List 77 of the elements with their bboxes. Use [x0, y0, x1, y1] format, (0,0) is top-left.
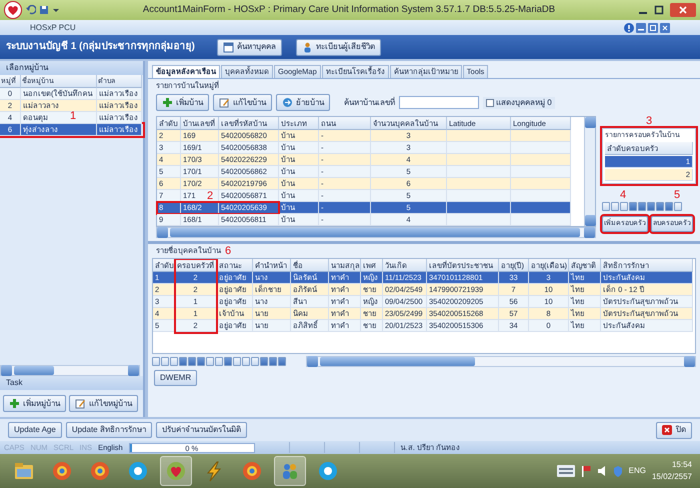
toolbar-button[interactable]: ย้ายบ้าน [276, 94, 330, 111]
annotation-number: 4 [620, 190, 626, 201]
table-cell [447, 178, 511, 190]
dwemr-button[interactable]: DWEMR [154, 370, 198, 386]
annotation-number: 2 [207, 190, 214, 202]
table-cell [511, 154, 571, 166]
table-cell [511, 166, 571, 178]
calendar-icon [222, 42, 234, 52]
chat-icon [317, 460, 339, 482]
checkbox[interactable]: แสดงบุคคลหมู่ 0 [483, 96, 555, 108]
clock-time: 15:54 [672, 460, 692, 470]
edit-icon [219, 97, 230, 108]
folder-icon [13, 460, 35, 482]
table-cell [447, 142, 511, 154]
table-cell [511, 178, 571, 190]
annotation-number: 6 [225, 246, 232, 256]
save-icon[interactable] [39, 5, 49, 15]
help-icon[interactable] [624, 22, 634, 32]
move-icon [282, 97, 293, 108]
restore-icon[interactable] [648, 22, 658, 32]
table-cell [447, 214, 511, 226]
keyboard-icon [556, 465, 575, 477]
scrollbar[interactable] [584, 117, 595, 226]
table-cell [511, 202, 571, 214]
edit-icon [75, 398, 86, 409]
table-cell [447, 130, 511, 142]
toolbar-button[interactable]: เพิ่มบ้าน [156, 94, 209, 111]
globe-icon [51, 460, 73, 482]
footer-button[interactable]: Update สิทธิการรักษา [66, 422, 152, 438]
table-cell [447, 154, 511, 166]
table-cell [511, 190, 571, 202]
app-logo-icon [4, 1, 22, 19]
panel-heading: Task [0, 376, 143, 390]
table-cell [447, 202, 511, 214]
close-icon [662, 424, 673, 436]
plus-icon [9, 398, 20, 409]
flag-icon[interactable] [580, 465, 591, 477]
undo-icon[interactable] [26, 5, 36, 15]
close-icon[interactable] [660, 22, 670, 32]
taskbar-button[interactable] [274, 456, 306, 486]
toolbar-button[interactable]: ทะเบียนผู้เสียชีวิต [296, 38, 381, 56]
panel-heading: เลือกหมู่บ้าน [0, 61, 143, 75]
table-cell [447, 190, 511, 202]
chat-icon [127, 460, 149, 482]
globe-icon [241, 460, 263, 482]
annotation-number: 3 [644, 116, 654, 126]
app-label: HOSxP PCU [30, 22, 76, 32]
table-cell [511, 214, 571, 226]
close-icon[interactable] [670, 3, 696, 17]
plus-icon [162, 97, 173, 108]
clock-date: 15/02/2557 [652, 472, 692, 482]
footer-button[interactable]: ปรับค่าจำนวนบัตรในมิติ [156, 422, 247, 438]
scrollbar[interactable] [306, 356, 696, 367]
scrollbar[interactable] [156, 227, 596, 238]
minimize-icon[interactable] [636, 22, 646, 32]
search-label: ค้นหาบ้านเลขที่ [344, 98, 395, 108]
taskbar-button[interactable] [160, 456, 192, 486]
toolbar-button[interactable]: ค้นหาบุคคล [216, 38, 282, 56]
module-title: ระบบงานบัญชี 1 (กลุ่มประชากรทุกกลุ่มอายุ) [6, 42, 195, 52]
window-title: Account1MainForm - HOSxP : Primary Care Unit Information System 3.57.1.7 DB:5.5.25-MariaDB [142, 5, 556, 15]
search-field[interactable] [399, 96, 479, 109]
task-button[interactable]: แก้ไขหมู่บ้าน [69, 395, 138, 412]
table-cell [511, 142, 571, 154]
maximize-icon[interactable] [654, 5, 664, 15]
person-icon [302, 42, 313, 52]
annotation-number: 5 [674, 190, 680, 201]
speaker-icon[interactable] [596, 465, 607, 477]
toolbar-button[interactable]: แก้ไขบ้าน [213, 94, 272, 111]
scrollbar[interactable] [0, 365, 140, 376]
globe-icon [89, 460, 111, 482]
language-indicator[interactable]: ENG [628, 466, 646, 476]
task-button[interactable]: เพิ่มหมู่บ้าน [3, 395, 66, 412]
table-cell [447, 166, 511, 178]
annotation-number: 1 [70, 111, 76, 121]
close-button[interactable]: ปิด [656, 422, 692, 438]
table-cell [511, 130, 571, 142]
footer-button[interactable]: Update Age [8, 422, 62, 438]
